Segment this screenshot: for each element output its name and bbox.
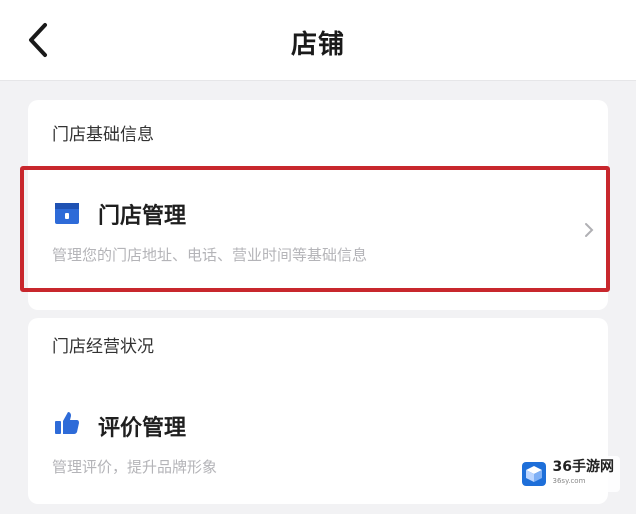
item-title: 评价管理 <box>98 416 187 441</box>
item-description: 管理评价，提升品牌形象 <box>52 458 218 476</box>
top-bar: 店铺 <box>0 0 636 81</box>
watermark-text: 36手游网 36sy.com <box>553 460 614 488</box>
section-label: 门店基础信息 <box>52 125 154 145</box>
page-title: 店铺 <box>290 30 345 60</box>
section-basic-info: 门店基础信息 门店管理 管理您的门店地址、电话、营业时间等基础信息 <box>20 100 610 310</box>
store-management-item[interactable]: 门店管理 管理您的门店地址、电话、营业时间等基础信息 <box>28 172 608 282</box>
watermark-main: 36手游网 <box>552 459 614 475</box>
chevron-right-icon <box>585 223 594 237</box>
item-title: 门店管理 <box>98 204 187 229</box>
watermark-logo: 36手游网 36sy.com <box>514 456 620 492</box>
store-icon <box>55 203 79 224</box>
cube-logo-icon <box>521 462 546 486</box>
thumbs-up-icon <box>55 412 79 434</box>
section-label: 门店经营状况 <box>52 337 154 357</box>
item-description: 管理您的门店地址、电话、营业时间等基础信息 <box>52 246 368 264</box>
watermark-sub: 36sy.com <box>552 477 586 485</box>
